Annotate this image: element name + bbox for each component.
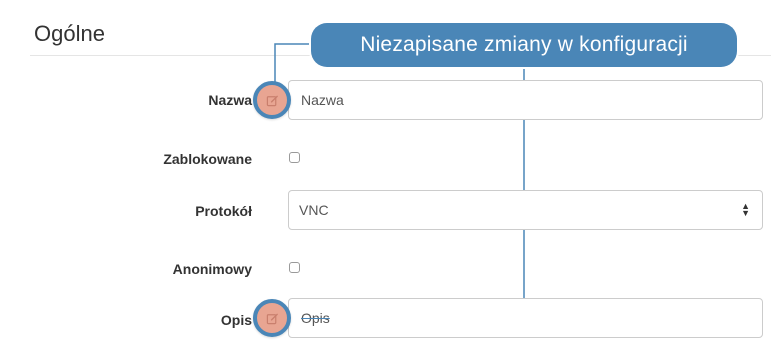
sort-arrows-icon: ▲ ▼	[741, 201, 750, 218]
edit-icon	[266, 313, 278, 324]
name-input[interactable]: Nazwa	[288, 80, 763, 120]
unsaved-marker-name	[253, 81, 291, 119]
protocol-select[interactable]: VNC ▲ ▼	[288, 190, 763, 230]
edit-icon	[266, 95, 278, 106]
description-label: Opis	[220, 312, 252, 328]
locked-label: Zablokowane	[163, 151, 252, 167]
anonymous-label: Anonimowy	[172, 261, 252, 277]
name-input-value: Nazwa	[301, 92, 344, 108]
section-title: Ogólne	[34, 21, 105, 46]
unsaved-changes-callout: Niezapisane zmiany w konfiguracji	[311, 23, 737, 67]
unsaved-marker-description	[253, 299, 291, 337]
name-label: Nazwa	[208, 92, 252, 108]
anonymous-checkbox[interactable]	[289, 262, 300, 273]
description-input[interactable]: Opis	[288, 298, 763, 338]
protocol-selected-value: VNC	[299, 202, 329, 218]
description-input-value: Opis	[301, 310, 330, 326]
protocol-label: Protokół	[195, 203, 252, 219]
general-settings-panel: Ogólne Nazwa Nazwa Zablokowane Protokół …	[0, 0, 771, 351]
locked-checkbox[interactable]	[289, 152, 300, 163]
